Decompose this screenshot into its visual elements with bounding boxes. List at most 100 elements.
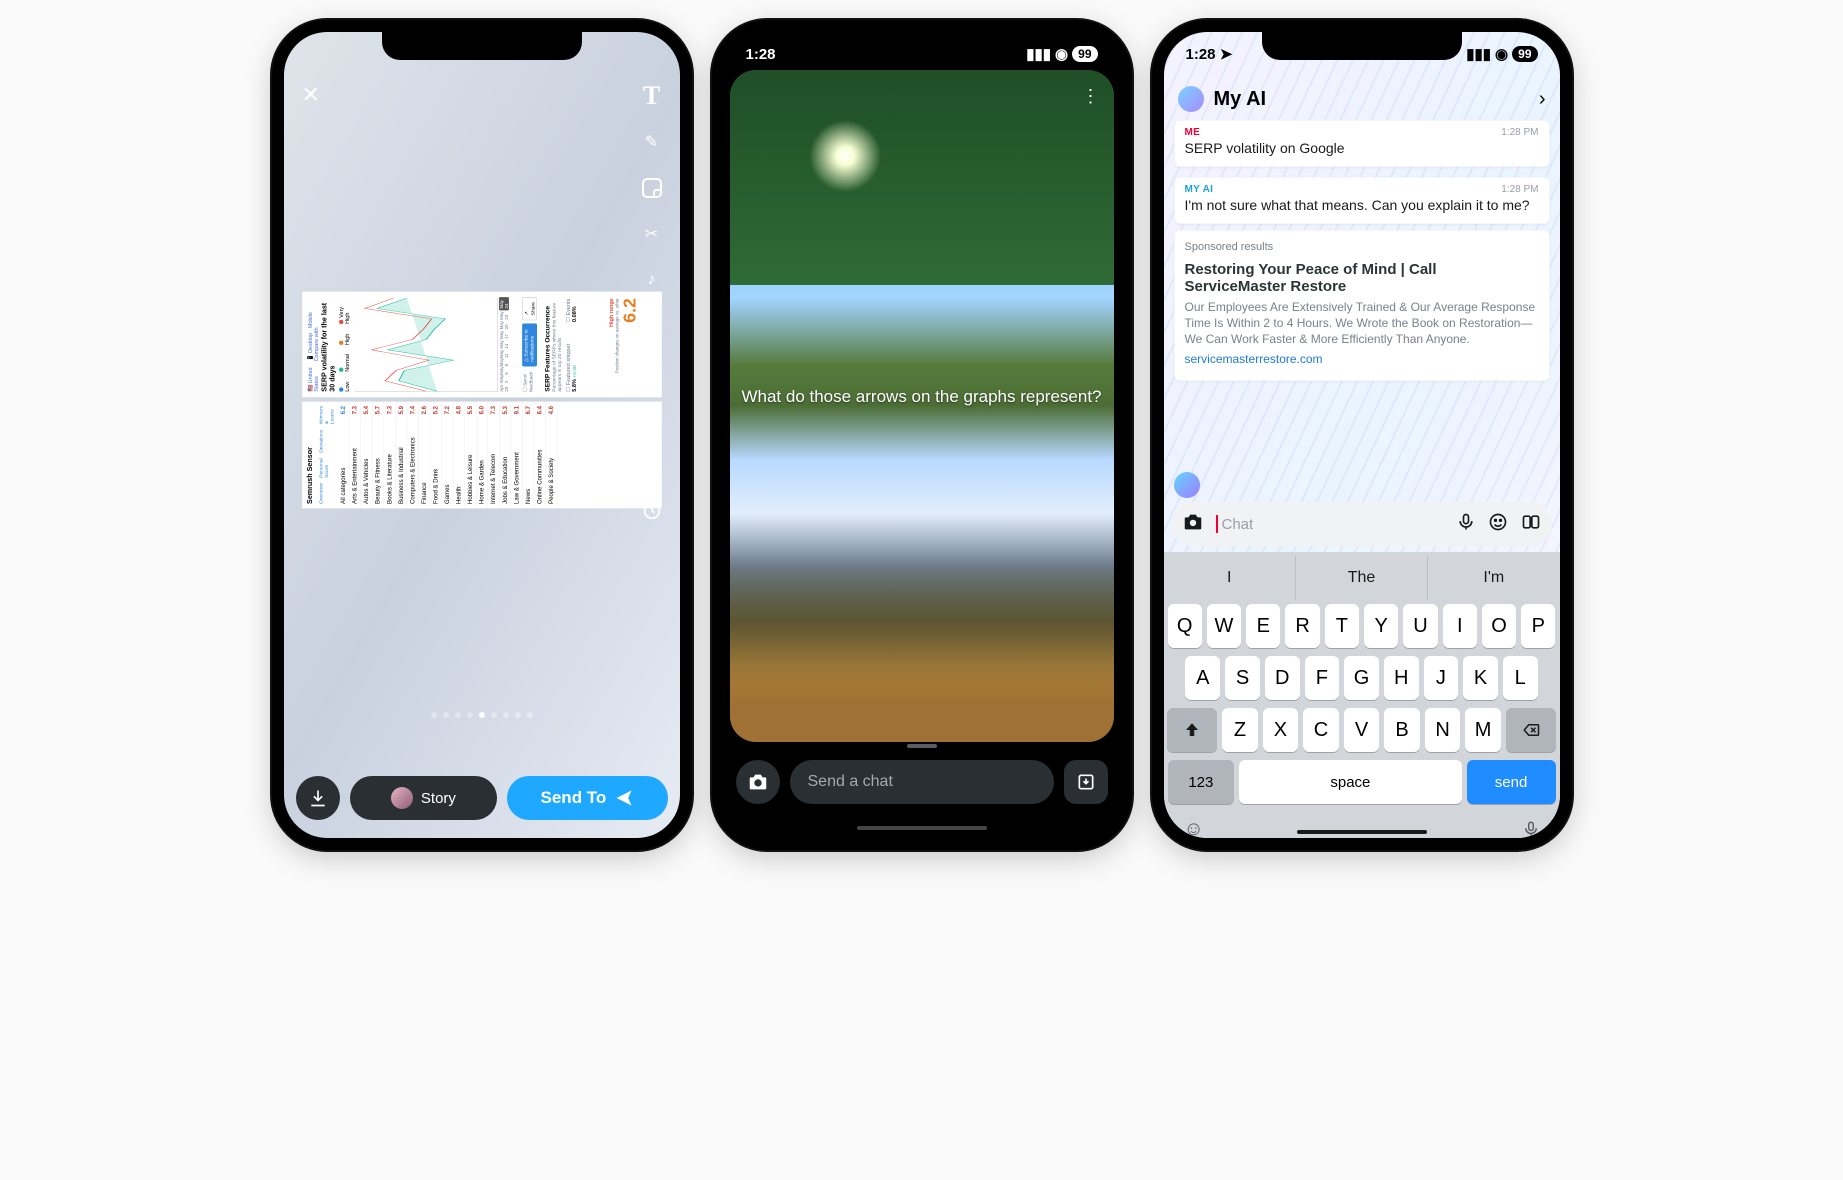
key[interactable]: C: [1303, 708, 1339, 752]
cat-row: Books & Literature7.3: [384, 402, 396, 509]
camera-icon[interactable]: [1182, 511, 1204, 538]
cat-row: Home & Garden6.0: [476, 402, 488, 509]
key[interactable]: B: [1384, 708, 1420, 752]
key[interactable]: X: [1263, 708, 1299, 752]
notch: [822, 32, 1022, 60]
backspace-key[interactable]: [1506, 708, 1556, 752]
signal-icon: ▮▮▮: [1466, 45, 1491, 63]
timer-tool-icon[interactable]: [638, 496, 666, 524]
close-button[interactable]: ✕: [302, 82, 320, 108]
key[interactable]: O: [1482, 604, 1516, 648]
dictate-icon[interactable]: [1522, 818, 1540, 838]
cat-row: Online Communities6.4: [534, 402, 546, 509]
sponsored-card[interactable]: Sponsored results Restoring Your Peace o…: [1174, 230, 1550, 381]
cat-row: Autos & Vehicles5.4: [361, 402, 373, 509]
key[interactable]: D: [1265, 656, 1300, 700]
key[interactable]: Q: [1168, 604, 1202, 648]
key[interactable]: K: [1463, 656, 1498, 700]
suggestion[interactable]: I: [1164, 556, 1296, 600]
keyboard: I The I'm Q W E R T Y U I O P A: [1164, 552, 1560, 838]
semrush-photo: Semrush Sensor Overview Personal Score D…: [301, 291, 662, 509]
numeric-key[interactable]: 123: [1168, 760, 1235, 804]
send-key[interactable]: send: [1467, 760, 1556, 804]
chevron-right-icon[interactable]: ›: [1539, 88, 1546, 111]
sponsored-label: Sponsored results: [1185, 241, 1539, 253]
sensor-tabs: Overview Personal Score Deviations Winne…: [317, 402, 338, 509]
key[interactable]: S: [1225, 656, 1260, 700]
cat-row: People & Society4.6: [545, 402, 557, 509]
keyboard-footer: ☺: [1164, 812, 1560, 838]
chat-input-bar: Chat: [1172, 502, 1552, 546]
key[interactable]: T: [1325, 604, 1359, 648]
features-title: SERP Features Occurrence: [543, 297, 551, 392]
key[interactable]: V: [1344, 708, 1380, 752]
mic-icon[interactable]: [1456, 512, 1476, 537]
key[interactable]: P: [1521, 604, 1555, 648]
magic-tool-icon[interactable]: ✦: [638, 358, 666, 386]
key[interactable]: U: [1403, 604, 1437, 648]
chart-title: SERP volatility for the last 30 days: [319, 297, 336, 392]
sticker-tool-icon[interactable]: [638, 174, 666, 202]
wifi-icon: ◉: [1495, 45, 1508, 63]
drag-handle[interactable]: [907, 744, 937, 748]
emoji-icon[interactable]: [1488, 512, 1508, 537]
scissors-tool-icon[interactable]: ✂: [638, 220, 666, 248]
key[interactable]: Z: [1222, 708, 1258, 752]
key[interactable]: E: [1246, 604, 1280, 648]
save-snap-button[interactable]: [1064, 760, 1108, 804]
sponsored-body: Our Employees Are Extensively Trained & …: [1185, 299, 1539, 348]
crop-tool-icon[interactable]: [638, 450, 666, 478]
attach-tool-icon[interactable]: [638, 404, 666, 432]
sponsored-link[interactable]: servicemasterrestore.com: [1185, 352, 1539, 366]
chat-input-bar: Send a chat: [736, 760, 1108, 804]
link-tool-icon[interactable]: [638, 312, 666, 340]
key[interactable]: Y: [1364, 604, 1398, 648]
screen-2: 1:28 ▮▮▮ ◉ 99 ⋮ What do those arrows on …: [724, 32, 1120, 838]
key[interactable]: A: [1185, 656, 1220, 700]
sensor-categories: Semrush Sensor Overview Personal Score D…: [301, 401, 662, 509]
message-ai: MY AI1:28 PM I'm not sure what that mean…: [1174, 177, 1550, 224]
emoji-keyboard-icon[interactable]: ☺: [1184, 818, 1204, 838]
cat-row: All categories6.2: [337, 402, 349, 509]
text-tool-icon[interactable]: T: [638, 82, 666, 110]
key[interactable]: L: [1503, 656, 1538, 700]
shift-key[interactable]: [1167, 708, 1217, 752]
story-button[interactable]: Story: [350, 776, 498, 820]
music-tool-icon[interactable]: ♪: [638, 266, 666, 294]
camera-button[interactable]: [736, 760, 780, 804]
chat-header: My AI ›: [1164, 80, 1560, 118]
key[interactable]: I: [1443, 604, 1477, 648]
key[interactable]: H: [1384, 656, 1419, 700]
cat-row: News6.7: [522, 402, 534, 509]
location-icon: ➤: [1220, 46, 1233, 63]
key[interactable]: F: [1305, 656, 1340, 700]
key[interactable]: G: [1344, 656, 1379, 700]
sensor-title: Semrush Sensor: [302, 402, 317, 509]
gallery-icon[interactable]: [1520, 512, 1542, 537]
key[interactable]: J: [1424, 656, 1459, 700]
home-indicator: [1297, 830, 1427, 834]
send-to-button[interactable]: Send To: [507, 776, 667, 820]
draw-tool-icon[interactable]: ✎: [638, 128, 666, 156]
key[interactable]: N: [1425, 708, 1461, 752]
more-menu-icon[interactable]: ⋮: [1082, 86, 1100, 107]
chat-title: My AI: [1214, 88, 1529, 111]
cat-row: Food & Drink5.2: [430, 402, 442, 509]
battery-badge: 99: [1512, 46, 1537, 62]
chat-input[interactable]: Chat: [1216, 515, 1444, 533]
suggestion[interactable]: I'm: [1428, 556, 1559, 600]
space-key[interactable]: space: [1239, 760, 1461, 804]
key[interactable]: M: [1465, 708, 1501, 752]
download-button[interactable]: [296, 776, 340, 820]
cat-row: Arts & Entertainment7.3: [349, 402, 361, 509]
key[interactable]: R: [1285, 604, 1319, 648]
key[interactable]: W: [1207, 604, 1241, 648]
wifi-icon: ◉: [1055, 45, 1068, 63]
sensor-chart-panel: 🇺🇸 United States 📱 Desktop Mobile Compar…: [301, 291, 662, 398]
suggestion[interactable]: The: [1296, 556, 1428, 600]
ai-avatar-icon[interactable]: [1178, 86, 1204, 112]
page-dots: [284, 712, 680, 718]
chart-legend: Low Normal High Very High: [338, 297, 350, 392]
chat-input[interactable]: Send a chat: [790, 760, 1054, 804]
editor-bottom-bar: Story Send To: [296, 776, 668, 820]
